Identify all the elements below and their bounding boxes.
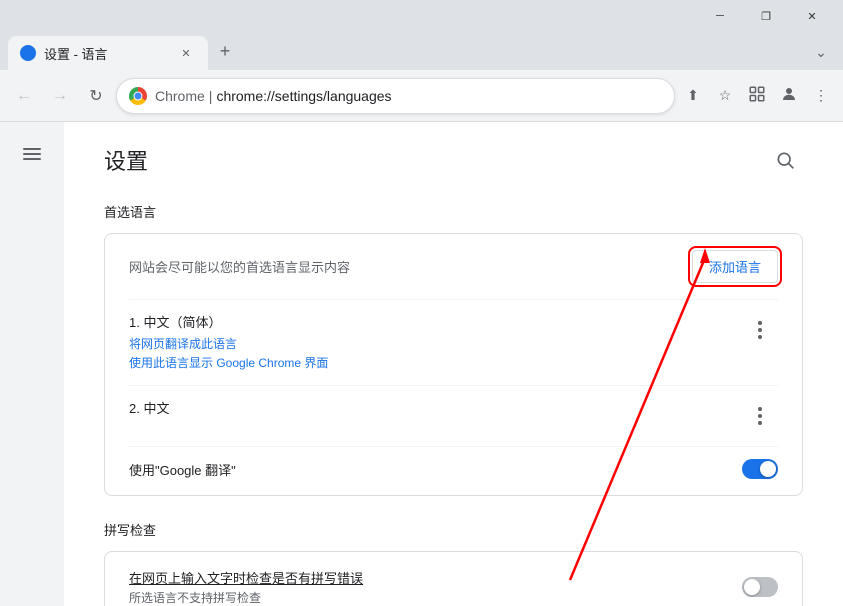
translate-toggle[interactable] <box>742 459 778 479</box>
lang-1-translate-link[interactable]: 将网页翻译成此语言 <box>129 335 328 354</box>
back-button[interactable]: ← <box>8 80 40 112</box>
lang-item-1: 1. 中文（简体） 将网页翻译成此语言 使用此语言显示 Google Chrom… <box>129 299 778 385</box>
new-tab-button[interactable]: + <box>208 34 242 68</box>
spell-title-underline: 上 <box>168 571 181 586</box>
minimize-icon: ─ <box>716 10 724 22</box>
lang-1-info: 1. 中文（简体） 将网页翻译成此语言 使用此语言显示 Google Chrom… <box>129 312 328 373</box>
spell-section-title: 拼写检查 <box>104 520 803 539</box>
dot-5 <box>758 414 762 418</box>
titlebar: ─ ❐ ✕ <box>0 0 843 32</box>
extension-icon <box>748 85 766 106</box>
main-content: 设置 首选语言 网站会尽可能以您的首选语言显示内容 添加语言 <box>0 122 843 606</box>
more-vert-icon: ⋮ <box>814 87 828 104</box>
lang-1-display-link[interactable]: 使用此语言显示 Google Chrome 界面 <box>129 354 328 373</box>
forward-icon: → <box>52 87 68 105</box>
add-language-button[interactable]: 添加语言 <box>692 250 778 283</box>
profile-button[interactable] <box>775 82 803 110</box>
close-button[interactable]: ✕ <box>789 0 835 32</box>
translate-row: 使用"Google 翻译" <box>129 446 778 479</box>
lang-2-more-button[interactable] <box>742 398 778 434</box>
menu-bar-2 <box>23 153 41 155</box>
addressbar: ← → ↻ Chrome | chrome://settings/languag… <box>0 70 843 122</box>
url-path-part: chrome://settings/languages <box>216 88 391 104</box>
url-bar[interactable]: Chrome | chrome://settings/languages <box>116 78 675 114</box>
bookmark-button[interactable]: ☆ <box>711 82 739 110</box>
search-button[interactable] <box>767 142 803 178</box>
search-icon <box>775 150 795 170</box>
spell-title-part1: 在网页 <box>129 571 168 586</box>
chrome-menu-button[interactable]: ⋮ <box>807 82 835 110</box>
spell-row: 在网页上输入文字时检查是否有拼写错误 所选语言不支持拼写检查 <box>129 568 778 606</box>
url-chrome-part: Chrome <box>155 88 205 104</box>
tab-favicon <box>20 45 36 61</box>
lang-item-2: 2. 中文 <box>129 385 778 446</box>
chrome-logo-icon <box>129 87 147 105</box>
profile-icon <box>780 85 798 106</box>
back-icon: ← <box>16 87 32 105</box>
tab-close-icon: ✕ <box>181 47 190 60</box>
tab-close-button[interactable]: ✕ <box>176 43 196 63</box>
url-text: Chrome | chrome://settings/languages <box>155 88 662 104</box>
dot-2 <box>758 328 762 332</box>
menu-bar-3 <box>23 158 41 160</box>
reload-button[interactable]: ↻ <box>80 80 112 112</box>
spell-subtitle: 所选语言不支持拼写检查 <box>129 589 363 606</box>
spell-check-card: 在网页上输入文字时检查是否有拼写错误 所选语言不支持拼写检查 <box>104 551 803 606</box>
active-tab[interactable]: 设置 - 语言 ✕ <box>8 36 208 70</box>
translate-label: 使用"Google 翻译" <box>129 460 236 479</box>
page-header: 设置 <box>104 142 803 178</box>
browser-window: ─ ❐ ✕ 设置 - 语言 ✕ + ⌄ <box>0 0 843 606</box>
lang-2-name: 2. 中文 <box>129 398 169 417</box>
extension-button[interactable] <box>743 82 771 110</box>
url-divider: | <box>209 88 213 104</box>
restore-button[interactable]: ❐ <box>743 0 789 32</box>
hamburger-menu-button[interactable] <box>12 134 52 174</box>
page-title: 设置 <box>104 144 148 176</box>
dot-3 <box>758 335 762 339</box>
card-header: 网站会尽可能以您的首选语言显示内容 添加语言 <box>129 250 778 283</box>
settings-page-content: 设置 首选语言 网站会尽可能以您的首选语言显示内容 添加语言 <box>64 122 843 606</box>
tab-search-button[interactable]: ⌄ <box>807 38 835 66</box>
spell-title: 在网页上输入文字时检查是否有拼写错误 <box>129 568 363 587</box>
preferred-lang-card: 网站会尽可能以您的首选语言显示内容 添加语言 1. 中文（简体） 将网页翻译成此… <box>104 233 803 496</box>
spell-check-toggle[interactable] <box>742 577 778 597</box>
chevron-down-icon: ⌄ <box>815 44 827 61</box>
close-icon: ✕ <box>807 10 816 23</box>
preferred-lang-section-title: 首选语言 <box>104 202 803 221</box>
titlebar-controls: ─ ❐ ✕ <box>697 0 835 32</box>
spell-info: 在网页上输入文字时检查是否有拼写错误 所选语言不支持拼写检查 <box>129 568 363 606</box>
menu-bar-1 <box>23 148 41 150</box>
share-button[interactable]: ⬆ <box>679 82 707 110</box>
lang-2-info: 2. 中文 <box>129 398 169 421</box>
site-icon <box>129 87 147 105</box>
plus-icon: + <box>220 41 231 62</box>
card-description: 网站会尽可能以您的首选语言显示内容 <box>129 257 350 276</box>
forward-button[interactable]: → <box>44 80 76 112</box>
tabbar-right: ⌄ <box>242 38 843 70</box>
reload-icon: ↻ <box>89 86 102 106</box>
lang-1-more-button[interactable] <box>742 312 778 348</box>
restore-icon: ❐ <box>761 10 771 23</box>
dot-6 <box>758 421 762 425</box>
lang-1-name: 1. 中文（简体） <box>129 312 328 331</box>
share-icon: ⬆ <box>687 87 699 104</box>
minimize-button[interactable]: ─ <box>697 0 743 32</box>
star-icon: ☆ <box>719 87 732 104</box>
dot-1 <box>758 321 762 325</box>
sidebar <box>0 122 64 606</box>
dot-4 <box>758 407 762 411</box>
settings-icon <box>20 45 36 61</box>
tab-title: 设置 - 语言 <box>44 44 168 63</box>
spell-title-part2: 输入文字时检查是否有拼写错误 <box>181 571 363 586</box>
toolbar-right: ⬆ ☆ <box>679 82 835 110</box>
tabbar: 设置 - 语言 ✕ + ⌄ <box>0 32 843 70</box>
